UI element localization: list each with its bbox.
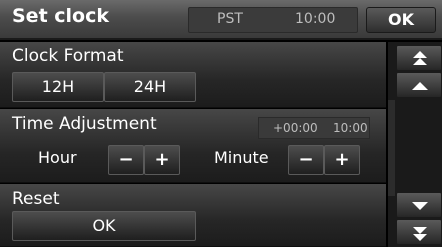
- scroll-down-button[interactable]: [396, 192, 442, 218]
- scroll-to-bottom-icon: [413, 227, 427, 241]
- reset-section: Reset OK: [0, 184, 386, 247]
- scroll-up-icon: [412, 82, 428, 90]
- hour-decrease-button[interactable]: −: [108, 145, 144, 175]
- scrollbar-track[interactable]: [388, 100, 395, 196]
- minute-increase-button[interactable]: +: [324, 145, 360, 175]
- clock-format-label: Clock Format: [12, 46, 124, 66]
- adjusted-time: 10:00: [333, 121, 368, 135]
- time-adjustment-section: Time Adjustment +00:00 10:00 Hour − + Mi…: [0, 109, 386, 183]
- scroll-to-top-icon: [413, 51, 427, 65]
- format-24h-button[interactable]: 24H: [104, 72, 196, 102]
- minute-label: Minute: [214, 148, 269, 167]
- minute-decrease-button[interactable]: −: [288, 145, 324, 175]
- adjustment-readout: +00:00 10:00: [258, 117, 370, 139]
- hour-increase-button[interactable]: +: [144, 145, 180, 175]
- time-adjustment-label: Time Adjustment: [12, 114, 157, 134]
- clock-format-section: Clock Format 12H 24H: [0, 42, 386, 108]
- page-title: Set clock: [12, 5, 109, 27]
- ok-button[interactable]: OK: [366, 7, 436, 33]
- current-time: 10:00: [295, 11, 336, 27]
- hour-label: Hour: [38, 148, 77, 167]
- scroll-to-bottom-button[interactable]: [396, 219, 442, 245]
- time-offset: +00:00: [273, 121, 318, 135]
- scroll-up-button[interactable]: [396, 72, 442, 98]
- scroll-down-icon: [412, 202, 428, 210]
- reset-ok-button[interactable]: OK: [12, 211, 196, 241]
- scroll-controls: [388, 42, 442, 247]
- header-bar: Set clock PST 10:00 OK: [0, 0, 442, 40]
- timezone-label: PST: [217, 11, 243, 27]
- scroll-to-top-button[interactable]: [396, 45, 442, 71]
- reset-label: Reset: [12, 189, 60, 209]
- format-12h-button[interactable]: 12H: [12, 72, 104, 102]
- clock-status-display: PST 10:00: [188, 7, 358, 33]
